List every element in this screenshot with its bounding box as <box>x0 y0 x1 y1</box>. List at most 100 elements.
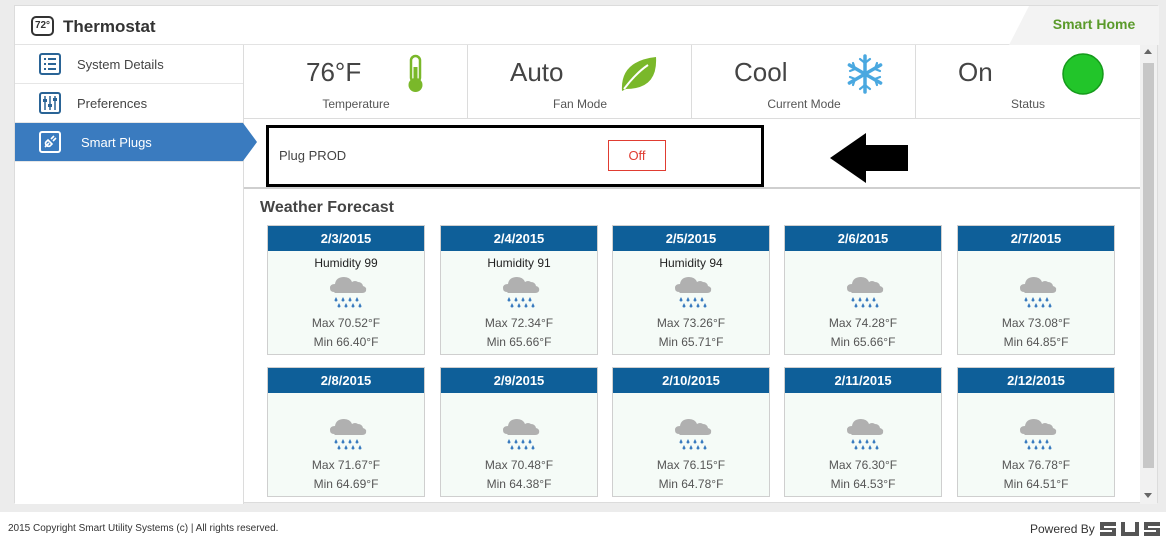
forecast-day: 2/7/2015 Max 73.08°F Min 64.85°F <box>957 225 1115 355</box>
smart-plug-row: Plug PROD Off <box>244 119 1140 189</box>
powered-by-text: Powered By <box>1030 522 1095 536</box>
status-current-mode: Cool Current Mode <box>692 45 916 119</box>
rain-cloud-icon <box>1020 419 1057 450</box>
forecast-min: Min 65.66°F <box>830 335 896 349</box>
thermometer-icon <box>408 54 423 92</box>
rain-cloud-icon <box>503 419 540 450</box>
forecast-date: 2/5/2015 <box>613 226 769 251</box>
forecast-max: Max 74.28°F <box>828 316 898 330</box>
forecast-date: 2/11/2015 <box>785 368 941 393</box>
sidebar-item-label: Preferences <box>77 96 148 111</box>
rain-cloud-icon <box>847 419 884 450</box>
plug-name: Plug PROD <box>279 148 347 163</box>
footer: 2015 Copyright Smart Utility Systems (c)… <box>0 512 1166 542</box>
forecast-humidity <box>958 398 1114 413</box>
forecast-date: 2/12/2015 <box>958 368 1114 393</box>
rain-cloud-icon <box>330 419 367 450</box>
left-arrow-icon <box>830 133 908 183</box>
status-fan-mode: Auto Fan Mode <box>468 45 692 119</box>
rain-cloud-icon <box>503 277 540 308</box>
forecast-humidity <box>613 398 769 413</box>
forecast-date: 2/10/2015 <box>613 368 769 393</box>
smart-home-link[interactable]: Smart Home <box>1009 6 1159 45</box>
forecast-max: Max 71.67°F <box>311 458 381 472</box>
forecast-humidity <box>441 398 597 413</box>
forecast-date: 2/3/2015 <box>268 226 424 251</box>
forecast-max: Max 73.08°F <box>1001 316 1071 330</box>
forecast-day: 2/12/2015 Max 76.78°F Min 64.51°F <box>957 367 1115 497</box>
rain-cloud-icon <box>1020 277 1057 308</box>
forecast-day: 2/10/2015 Max 76.15°F Min 64.78°F <box>612 367 770 497</box>
forecast-min: Min 64.53°F <box>830 477 896 491</box>
forecast-day: 2/11/2015 Max 76.30°F Min 64.53°F <box>784 367 942 497</box>
scroll-down-arrow-icon[interactable] <box>1144 493 1152 498</box>
temperature-label: Temperature <box>322 97 390 111</box>
forecast-min: Min 64.85°F <box>1003 335 1069 349</box>
sidebar-item-preferences[interactable]: Preferences <box>15 84 243 123</box>
forecast-min: Min 65.66°F <box>486 335 552 349</box>
status-temperature: 76°F Temperature <box>244 45 468 119</box>
current-mode-value: Cool <box>734 57 788 87</box>
forecast-humidity: Humidity 94 <box>659 256 723 270</box>
copyright-text: 2015 Copyright Smart Utility Systems (c)… <box>8 523 279 534</box>
scroll-up-arrow-icon[interactable] <box>1144 49 1152 54</box>
forecast-humidity <box>785 398 941 413</box>
forecast-min: Min 64.38°F <box>486 477 552 491</box>
forecast-max: Max 72.34°F <box>484 316 554 330</box>
plug-off-button[interactable]: Off <box>608 140 666 171</box>
forecast-date: 2/7/2015 <box>958 226 1114 251</box>
forecast-humidity <box>268 398 424 413</box>
temperature-value: 76°F <box>306 57 362 87</box>
thermostat-logo-icon: 72° <box>31 16 54 36</box>
rain-cloud-icon <box>675 277 712 308</box>
forecast-humidity <box>785 256 941 271</box>
app-window: 72° Thermostat Smart Home System Details… <box>14 5 1159 504</box>
forecast-date: 2/9/2015 <box>441 368 597 393</box>
leaf-icon <box>621 57 657 91</box>
forecast-date: 2/4/2015 <box>441 226 597 251</box>
status-status: On Status <box>916 45 1140 119</box>
weather-forecast-title: Weather Forecast <box>260 199 394 216</box>
forecast-day: 2/5/2015 Humidity 94 Max 73.26°F Min 65.… <box>612 225 770 355</box>
forecast-max: Max 70.48°F <box>484 458 554 472</box>
app-title: Thermostat <box>63 17 156 36</box>
forecast-min: Min 64.69°F <box>313 477 379 491</box>
sidebar-item-label: System Details <box>77 57 164 72</box>
list-icon <box>39 53 61 75</box>
status-bar: 76°F Temperature Auto Fan Mode Cool Curr… <box>244 45 1140 119</box>
rain-cloud-icon <box>675 419 712 450</box>
main-content: 76°F Temperature Auto Fan Mode Cool Curr… <box>244 45 1140 504</box>
fan-mode-value: Auto <box>510 57 564 87</box>
forecast-humidity <box>958 256 1114 271</box>
forecast-humidity: Humidity 99 <box>314 256 378 270</box>
status-value: On <box>958 57 993 87</box>
forecast-date: 2/8/2015 <box>268 368 424 393</box>
forecast-max: Max 70.52°F <box>311 316 381 330</box>
sus-logo <box>1100 522 1160 536</box>
snowflake-icon <box>847 54 883 94</box>
forecast-min: Min 66.40°F <box>313 335 379 349</box>
forecast-min: Min 64.51°F <box>1003 477 1069 491</box>
forecast-humidity: Humidity 91 <box>487 256 551 270</box>
sidebar-item-system-details[interactable]: System Details <box>15 45 243 84</box>
plug-icon <box>39 131 61 153</box>
forecast-min: Min 64.78°F <box>658 477 724 491</box>
fan-mode-label: Fan Mode <box>552 97 608 111</box>
plug-card: Plug PROD Off <box>266 125 764 187</box>
forecast-max: Max 76.78°F <box>1001 458 1071 472</box>
forecast-day: 2/3/2015 Humidity 99 Max 70.52°F Min 66.… <box>267 225 425 355</box>
scroll-thumb[interactable] <box>1143 63 1154 468</box>
sidebar-item-smart-plugs[interactable]: Smart Plugs <box>15 123 257 162</box>
scrollbar[interactable] <box>1140 45 1157 504</box>
current-mode-label: Current Mode <box>767 97 841 111</box>
sidebar-item-label: Smart Plugs <box>81 135 152 150</box>
forecast-max: Max 76.15°F <box>656 458 726 472</box>
forecast-day: 2/6/2015 Max 74.28°F Min 65.66°F <box>784 225 942 355</box>
sidebar: System Details Preferences Smart Plugs <box>15 45 257 504</box>
forecast-min: Min 65.71°F <box>658 335 724 349</box>
header: 72° Thermostat Smart Home <box>15 6 1159 45</box>
green-dot-icon <box>1062 53 1104 95</box>
forecast-day: 2/8/2015 Max 71.67°F Min 64.69°F <box>267 367 425 497</box>
rain-cloud-icon <box>847 277 884 308</box>
forecast-day: 2/9/2015 Max 70.48°F Min 64.38°F <box>440 367 598 497</box>
